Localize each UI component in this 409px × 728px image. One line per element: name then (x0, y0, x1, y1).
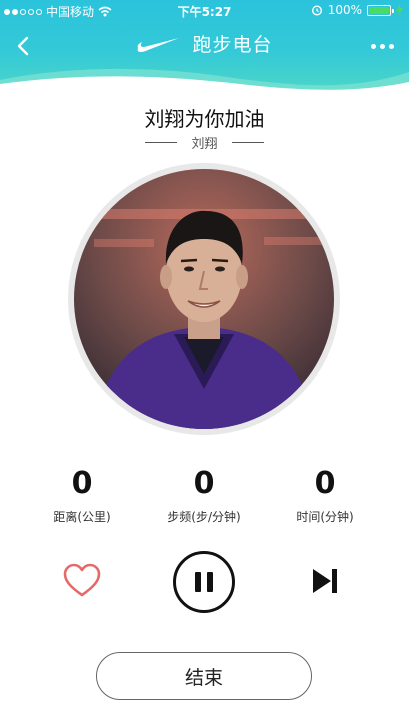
divider-left (145, 142, 178, 143)
album-art (68, 163, 340, 435)
skip-next-icon[interactable] (310, 566, 340, 596)
cadence-label: 步频(步/分钟) (167, 510, 241, 524)
navbar-title-group: 跑步电台 (0, 30, 409, 57)
stat-distance: 0 距离(公里) (22, 466, 142, 525)
stat-time: 0 时间(分钟) (265, 466, 385, 525)
battery-percent: 100% (327, 3, 362, 17)
more-icon[interactable] (367, 34, 397, 58)
pause-button[interactable] (173, 551, 235, 613)
battery-icon (367, 4, 394, 16)
artist-row: 刘翔 (0, 133, 409, 152)
status-bar: 中国移动 下午5:27 100% (0, 0, 409, 22)
alarm-icon (311, 5, 322, 16)
time-label: 时间(分钟) (296, 510, 354, 524)
end-button[interactable]: 结束 (96, 652, 312, 700)
artist-photo (74, 169, 334, 429)
heart-icon[interactable] (63, 563, 101, 599)
time-value: 0 (314, 466, 336, 501)
header: 中国移动 下午5:27 100% 跑步电台 (0, 0, 409, 92)
status-right: 100% (311, 3, 403, 17)
artist-name: 刘翔 (191, 137, 218, 152)
distance-label: 距离(公里) (53, 510, 111, 524)
pause-icon (195, 572, 201, 592)
divider-right (231, 142, 264, 143)
player-controls (0, 548, 409, 618)
charging-icon (396, 4, 403, 16)
navbar: 跑步电台 (0, 24, 409, 68)
track-title: 刘翔为你加油 (144, 107, 265, 131)
nike-swoosh-icon (138, 37, 180, 52)
page-title: 跑步电台 (192, 34, 273, 56)
distance-value: 0 (71, 466, 93, 501)
cadence-value: 0 (193, 466, 215, 501)
stats-row: 0 距离(公里) 0 步频(步/分钟) 0 时间(分钟) (0, 466, 409, 536)
stat-cadence: 0 步频(步/分钟) (144, 466, 264, 525)
